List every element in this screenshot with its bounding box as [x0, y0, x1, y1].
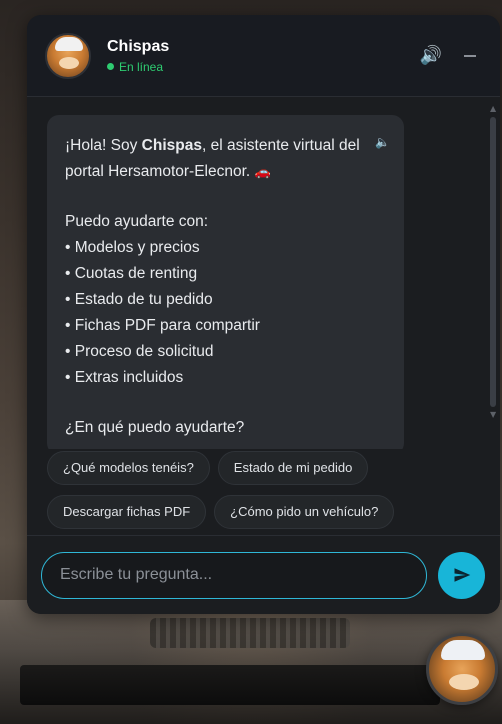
- chat-header: Chispas En línea 🔊: [27, 15, 500, 97]
- status-text: En línea: [119, 59, 164, 74]
- status-indicator: En línea: [107, 60, 402, 74]
- scroll-up-icon[interactable]: ▲: [490, 105, 496, 113]
- bot-avatar: [45, 32, 91, 79]
- greeting-text: ¡Hola! Soy Chispas, el asistente virtual…: [65, 133, 386, 185]
- chip-how-to-order[interactable]: ¿Cómo pido un vehículo?: [214, 495, 395, 529]
- input-wrapper: [41, 551, 427, 599]
- intro-text: Puedo ayudarte con:: [65, 213, 209, 230]
- question-text: ¿En qué puedo ayudarte?: [65, 419, 245, 436]
- question-input[interactable]: [60, 566, 408, 584]
- list-item: • Proceso de solicitud: [65, 343, 214, 360]
- chip-models[interactable]: ¿Qué modelos tenéis?: [47, 451, 210, 485]
- list-item: • Modelos y precios: [65, 239, 200, 256]
- message-list: 🔈 ¡Hola! Soy Chispas, el asistente virtu…: [27, 97, 500, 449]
- message-composer: [27, 535, 500, 614]
- background-car-grille: [150, 618, 350, 648]
- minimize-icon[interactable]: [464, 54, 476, 57]
- car-icon: 🚗: [254, 164, 271, 179]
- send-button[interactable]: [438, 551, 485, 599]
- speaker-icon[interactable]: 🔊: [420, 45, 442, 66]
- greeting-name: Chispas: [141, 137, 202, 154]
- list-item: • Fichas PDF para compartir: [65, 317, 260, 334]
- greeting-pre: ¡Hola! Soy: [65, 137, 142, 154]
- header-title-block: Chispas En línea: [107, 38, 402, 74]
- bot-message: 🔈 ¡Hola! Soy Chispas, el asistente virtu…: [47, 115, 404, 449]
- chat-widget: Chispas En línea 🔊 🔈 ¡Hola! Soy Chispas,…: [27, 15, 500, 614]
- chip-order-status[interactable]: Estado de mi pedido: [217, 451, 369, 485]
- message-scrollbar[interactable]: ▲ ▼: [490, 105, 496, 435]
- chip-download-pdf[interactable]: Descargar fichas PDF: [47, 495, 207, 529]
- scroll-thumb[interactable]: [490, 117, 496, 407]
- background-car-bumper: [20, 665, 440, 705]
- list-item: • Estado de tu pedido: [65, 291, 213, 308]
- scroll-down-icon[interactable]: ▼: [490, 411, 496, 419]
- list-item: • Extras incluidos: [65, 369, 184, 386]
- bot-name: Chispas: [107, 37, 170, 55]
- list-item: • Cuotas de renting: [65, 265, 198, 282]
- chat-launcher-avatar-button[interactable]: [426, 633, 498, 705]
- quick-replies: ¿Qué modelos tenéis? Estado de mi pedido…: [27, 449, 500, 529]
- online-dot-icon: [107, 63, 114, 70]
- send-icon: [454, 568, 470, 582]
- message-speaker-icon[interactable]: 🔈: [375, 129, 390, 155]
